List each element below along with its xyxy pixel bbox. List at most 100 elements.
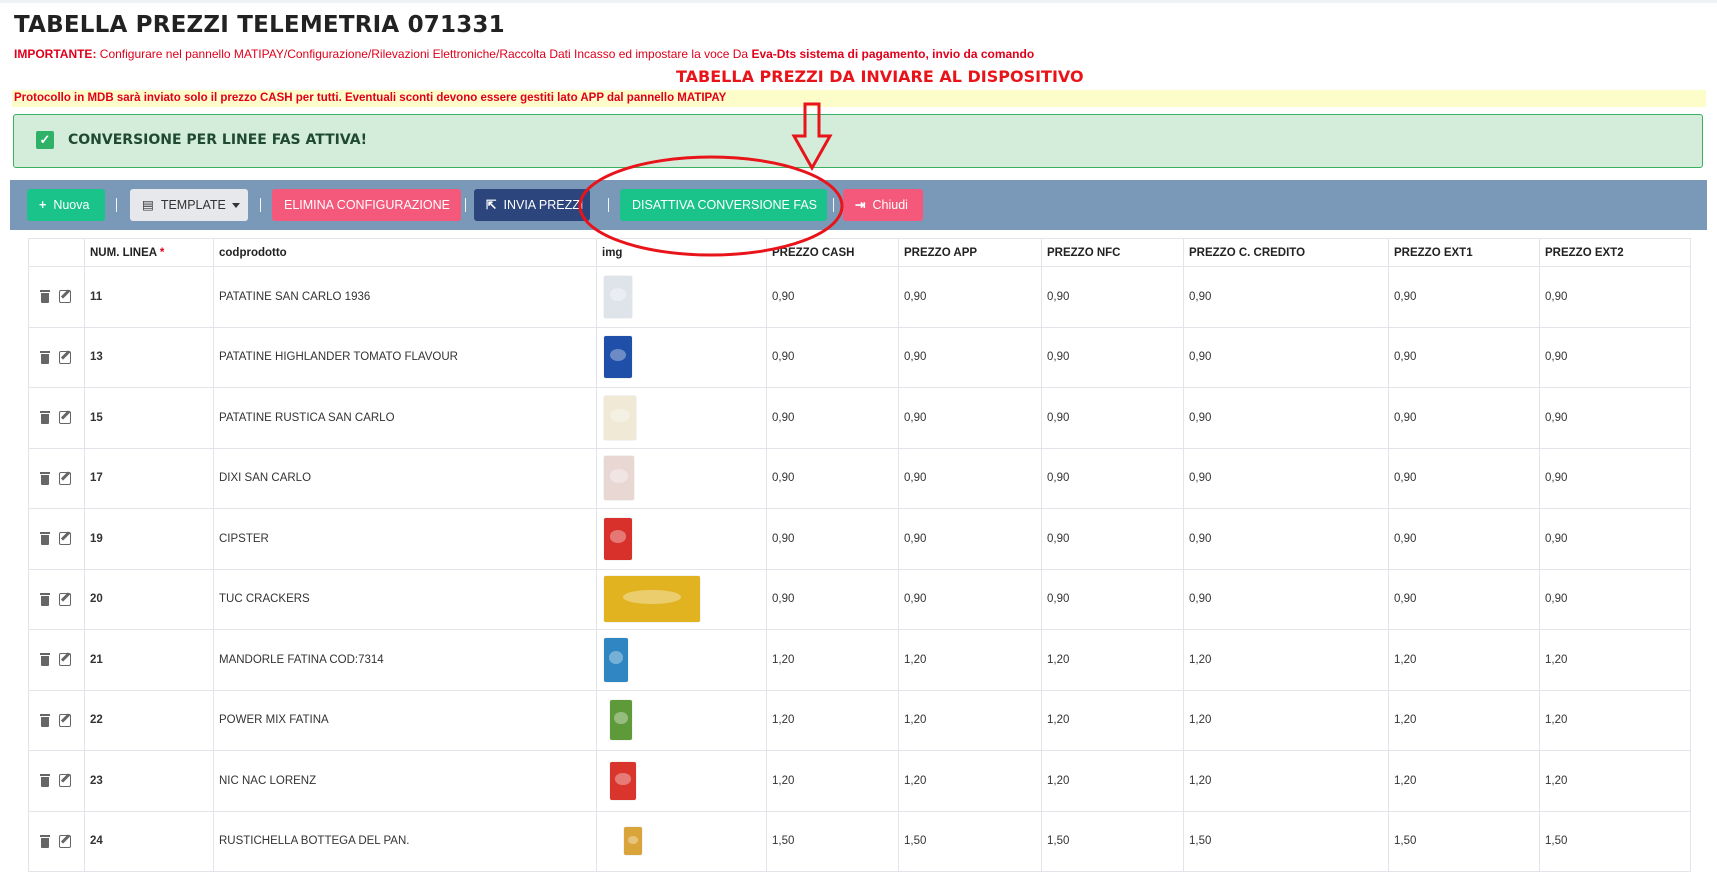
product-thumbnail (624, 827, 642, 856)
price-cash-cell: 1,50 (766, 810, 899, 872)
price-cash-cell: 1,20 (766, 629, 899, 691)
edit-icon[interactable] (59, 350, 71, 364)
img-header[interactable]: img (596, 238, 767, 267)
table-row: 17 DIXI SAN CARLO 0,90 0,90 0,90 0,90 0,90 0,90 (28, 447, 1691, 509)
product-thumbnail (604, 395, 636, 440)
code-header[interactable]: codprodotto (213, 238, 597, 267)
product-code-cell: NIC NAC LORENZ (213, 750, 597, 812)
price-nfc-cell: 0,90 (1041, 568, 1184, 630)
toolbar: + Nuova ▤ TEMPLATE ELIMINA CONFIGURAZIONE … (10, 180, 1707, 230)
edit-icon[interactable] (59, 834, 71, 848)
edit-icon[interactable] (59, 592, 71, 606)
image-cell (596, 689, 767, 751)
nfc-header[interactable]: PREZZO NFC (1041, 238, 1184, 267)
line-cell: 21 (84, 629, 214, 691)
row-actions (28, 508, 85, 570)
row-actions (28, 810, 85, 872)
product-code-cell: PATATINE RUSTICA SAN CARLO (213, 387, 597, 449)
trash-icon[interactable] (39, 774, 51, 788)
delete-configuration-button[interactable]: ELIMINA CONFIGURAZIONE (272, 189, 461, 221)
table-row: 15 PATATINE RUSTICA SAN CARLO 0,90 0,90 0,90… (28, 387, 1691, 449)
price-cash-cell: 0,90 (766, 508, 899, 570)
row-actions (28, 447, 85, 509)
line-cell: 13 (84, 326, 214, 388)
price-cash-cell: 0,90 (766, 266, 899, 328)
row-actions (28, 750, 85, 812)
price-ext2-cell: 0,90 (1539, 266, 1691, 328)
trash-icon[interactable] (39, 290, 51, 304)
price-cash-cell: 1,20 (766, 750, 899, 812)
image-cell (596, 810, 767, 872)
ext2-header[interactable]: PREZZO EXT2 (1539, 238, 1691, 267)
trash-icon[interactable] (39, 532, 51, 546)
plus-icon: + (39, 198, 47, 212)
credit-header[interactable]: PREZZO C. CREDITO (1183, 238, 1389, 267)
close-button[interactable]: ⇥ Chiudi (843, 189, 923, 221)
price-ext1-cell: 0,90 (1388, 568, 1540, 630)
disable-fas-conversion-button[interactable]: DISATTIVA CONVERSIONE FAS (620, 189, 827, 221)
price-table: NUM. LINEA * codprodotto img PREZZO CASH… (28, 238, 1691, 872)
edit-icon[interactable] (59, 532, 71, 546)
price-ext2-cell: 0,90 (1539, 387, 1691, 449)
price-ext1-cell: 1,20 (1388, 689, 1540, 751)
line-header[interactable]: NUM. LINEA * (84, 238, 214, 267)
price-credit-cell: 0,90 (1183, 568, 1389, 630)
price-ext2-cell: 0,90 (1539, 568, 1691, 630)
price-app-cell: 1,20 (898, 689, 1042, 751)
price-table-wrapper: NUM. LINEA * codprodotto img PREZZO CASH… (28, 238, 1691, 872)
line-cell: 17 (84, 447, 214, 509)
trash-icon[interactable] (39, 350, 51, 364)
line-header-label: NUM. LINEA (90, 246, 157, 259)
edit-icon[interactable] (59, 411, 71, 425)
price-ext1-cell: 1,20 (1388, 750, 1540, 812)
image-cell (596, 387, 767, 449)
row-actions (28, 326, 85, 388)
new-button-label: Nuova (53, 198, 90, 212)
important-strong: Eva-Dts sistema di pagamento, invio da c… (751, 47, 1035, 61)
price-credit-cell: 0,90 (1183, 387, 1389, 449)
image-cell (596, 266, 767, 328)
row-actions (28, 689, 85, 751)
edit-icon[interactable] (59, 471, 71, 485)
fas-conversion-alert: ✓ CONVERSIONE PER LINEE FAS ATTIVA! (13, 114, 1703, 168)
price-cash-cell: 0,90 (766, 568, 899, 630)
product-code-cell: CIPSTER (213, 508, 597, 570)
trash-icon[interactable] (39, 411, 51, 425)
product-thumbnail (604, 517, 632, 560)
check-icon: ✓ (36, 131, 54, 149)
edit-icon[interactable] (59, 713, 71, 727)
edit-icon[interactable] (59, 290, 71, 304)
toolbar-separator (608, 198, 609, 212)
price-nfc-cell: 0,90 (1041, 508, 1184, 570)
price-cash-cell: 1,20 (766, 689, 899, 751)
price-app-cell: 0,90 (898, 568, 1042, 630)
price-credit-cell: 1,20 (1183, 629, 1389, 691)
price-ext2-cell: 1,20 (1539, 629, 1691, 691)
close-button-label: Chiudi (872, 198, 908, 212)
price-ext2-cell: 0,90 (1539, 508, 1691, 570)
line-cell: 15 (84, 387, 214, 449)
edit-icon[interactable] (59, 774, 71, 788)
price-app-cell: 0,90 (898, 508, 1042, 570)
line-cell: 24 (84, 810, 214, 872)
trash-icon[interactable] (39, 471, 51, 485)
price-ext1-cell: 0,90 (1388, 508, 1540, 570)
cash-header[interactable]: PREZZO CASH (766, 238, 899, 267)
trash-icon[interactable] (39, 592, 51, 606)
edit-icon[interactable] (59, 653, 71, 667)
price-nfc-cell: 1,50 (1041, 810, 1184, 872)
table-header-row: NUM. LINEA * codprodotto img PREZZO CASH… (28, 238, 1691, 267)
send-prices-button[interactable]: ⇱ INVIA PREZZI (474, 189, 590, 221)
price-ext2-cell: 0,90 (1539, 326, 1691, 388)
disable-fas-label: DISATTIVA CONVERSIONE FAS (632, 198, 817, 212)
price-credit-cell: 1,20 (1183, 750, 1389, 812)
trash-icon[interactable] (39, 713, 51, 727)
app-header[interactable]: PREZZO APP (898, 238, 1042, 267)
ext1-header[interactable]: PREZZO EXT1 (1388, 238, 1540, 267)
template-dropdown-button[interactable]: ▤ TEMPLATE (130, 189, 248, 221)
trash-icon[interactable] (39, 834, 51, 848)
trash-icon[interactable] (39, 653, 51, 667)
price-app-cell: 1,50 (898, 810, 1042, 872)
new-button[interactable]: + Nuova (27, 189, 105, 221)
table-row: 22 POWER MIX FATINA 1,20 1,20 1,20 1,20 1,20 1,… (28, 689, 1691, 751)
